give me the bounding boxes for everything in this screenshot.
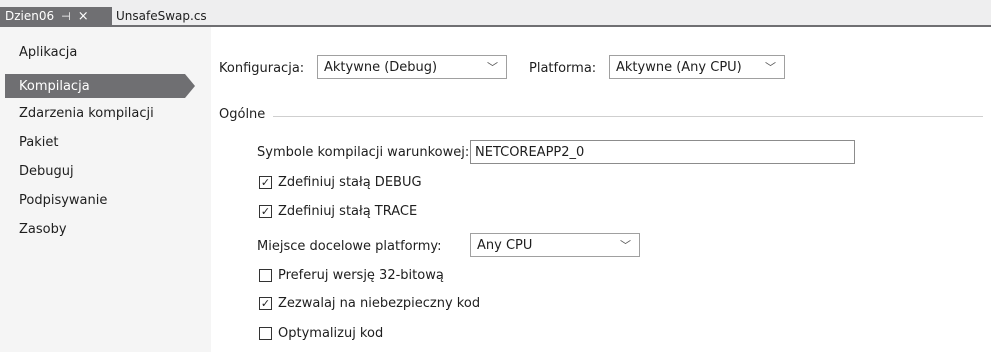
chevron-down-icon: ﹀ xyxy=(620,239,631,252)
sidebar: Aplikacja Kompilacja Zdarzenia kompilacj… xyxy=(0,27,211,352)
pin-icon[interactable]: ⊣ xyxy=(61,10,71,23)
tab-dzien06[interactable]: Dzien06 ⊣ × xyxy=(0,7,112,25)
conditional-symbols-value: NETCOREAPP2_0 xyxy=(475,144,585,160)
checkbox-box[interactable]: ✓ xyxy=(259,176,272,189)
prefer-32bit-label: Preferuj wersję 32-bitową xyxy=(278,268,444,283)
sidebar-item-label: Zasoby xyxy=(19,221,67,237)
configuration-dropdown[interactable]: Aktywne (Debug) ﹀ xyxy=(317,55,507,79)
platform-label: Platforma: xyxy=(529,61,597,76)
project-properties: Aplikacja Kompilacja Zdarzenia kompilacj… xyxy=(0,27,991,352)
sidebar-item-zdarzenia-kompilacji[interactable]: Zdarzenia kompilacji xyxy=(19,101,154,125)
section-divider xyxy=(273,116,983,117)
define-debug-checkbox[interactable]: ✓ Zdefiniuj stałą DEBUG xyxy=(259,175,422,190)
allow-unsafe-checkbox[interactable]: ✓ Zezwalaj na niebezpieczny kod xyxy=(259,296,480,311)
chevron-down-icon: ﹀ xyxy=(765,61,776,74)
check-icon: ✓ xyxy=(260,205,271,218)
checkbox-box[interactable] xyxy=(259,269,272,282)
main-panel: Konfiguracja: Aktywne (Debug) ﹀ Platform… xyxy=(211,27,991,352)
define-debug-label: Zdefiniuj stałą DEBUG xyxy=(278,175,422,190)
platform-dropdown[interactable]: Aktywne (Any CPU) ﹀ xyxy=(609,55,785,79)
check-icon: ✓ xyxy=(260,176,271,189)
prefer-32bit-checkbox[interactable]: Preferuj wersję 32-bitową xyxy=(259,268,444,283)
tab-unsafeswap[interactable]: UnsafeSwap.cs xyxy=(116,7,216,25)
platform-value: Aktywne (Any CPU) xyxy=(616,59,742,75)
optimize-code-checkbox[interactable]: Optymalizuj kod xyxy=(259,326,383,341)
sidebar-item-debuguj[interactable]: Debuguj xyxy=(19,159,74,183)
sidebar-item-label: Zdarzenia kompilacji xyxy=(19,105,154,121)
sidebar-item-label: Kompilacja xyxy=(19,78,90,94)
selection-arrow xyxy=(185,74,195,98)
tab-label: UnsafeSwap.cs xyxy=(116,9,207,23)
sidebar-item-zasoby[interactable]: Zasoby xyxy=(19,217,67,241)
sidebar-item-pakiet[interactable]: Pakiet xyxy=(19,130,58,154)
define-trace-checkbox[interactable]: ✓ Zdefiniuj stałą TRACE xyxy=(259,204,417,219)
sidebar-item-label: Aplikacja xyxy=(19,44,78,60)
optimize-code-label: Optymalizuj kod xyxy=(278,326,384,341)
document-tab-bar: Dzien06 ⊣ × UnsafeSwap.cs xyxy=(0,0,991,25)
tab-label: Dzien06 xyxy=(5,9,55,23)
checkbox-box[interactable]: ✓ xyxy=(259,297,272,310)
sidebar-item-label: Podpisywanie xyxy=(19,192,108,208)
platform-target-dropdown[interactable]: Any CPU ﹀ xyxy=(470,233,640,257)
sidebar-item-kompilacja[interactable]: Kompilacja xyxy=(5,74,195,98)
chevron-down-icon: ﹀ xyxy=(487,61,498,74)
allow-unsafe-label: Zezwalaj na niebezpieczny kod xyxy=(278,296,481,311)
section-title: Ogólne xyxy=(219,107,266,122)
sidebar-item-label: Pakiet xyxy=(19,134,59,150)
platform-target-label: Miejsce docelowe platformy: xyxy=(257,239,442,254)
platform-target-value: Any CPU xyxy=(477,237,533,253)
checkbox-box[interactable]: ✓ xyxy=(259,205,272,218)
sidebar-item-label: Debuguj xyxy=(19,163,74,179)
close-icon[interactable]: × xyxy=(78,9,89,24)
conditional-symbols-label: Symbole kompilacji warunkowej: xyxy=(257,145,470,160)
checkbox-box[interactable] xyxy=(259,327,272,340)
sidebar-item-aplikacja[interactable]: Aplikacja xyxy=(19,40,77,64)
configuration-value: Aktywne (Debug) xyxy=(324,59,438,75)
configuration-label: Konfiguracja: xyxy=(219,61,305,76)
define-trace-label: Zdefiniuj stałą TRACE xyxy=(278,204,418,219)
conditional-symbols-input[interactable]: NETCOREAPP2_0 xyxy=(470,140,855,164)
sidebar-item-podpisywanie[interactable]: Podpisywanie xyxy=(19,188,107,212)
check-icon: ✓ xyxy=(260,297,271,310)
